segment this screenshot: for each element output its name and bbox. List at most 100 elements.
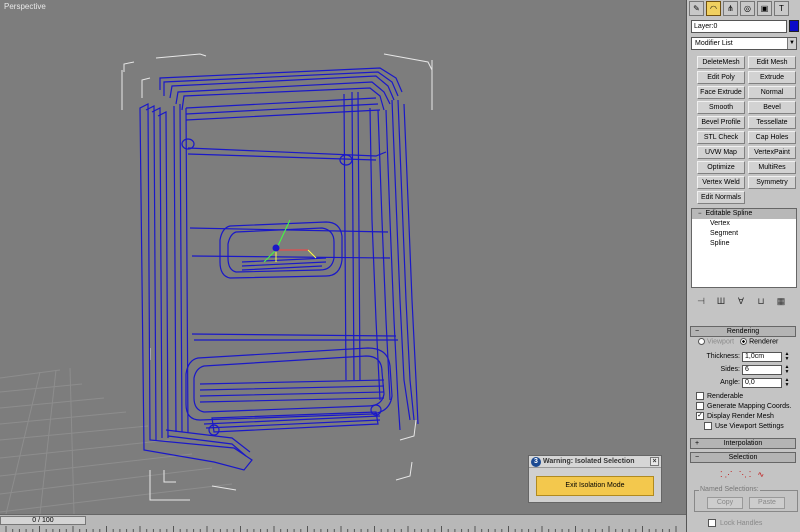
- remove-modifier-icon[interactable]: ⊔: [755, 295, 767, 307]
- hierarchy-tab[interactable]: ⋔: [723, 1, 738, 16]
- home-grid: [0, 367, 233, 514]
- named-selections-group: Named Selections: Copy Paste: [694, 486, 798, 512]
- exit-isolation-mode-button[interactable]: Exit Isolation Mode: [536, 476, 654, 496]
- modifier-button[interactable]: Edit Poly: [697, 71, 745, 84]
- pin-stack-icon[interactable]: ⊣: [695, 295, 707, 307]
- utilities-tab[interactable]: T: [774, 1, 789, 16]
- modifier-button[interactable]: Vertex Weld: [697, 176, 745, 189]
- stack-toolbar: ⊣ Ш ∀ ⊔ ▦: [695, 294, 795, 308]
- command-panel-tabs: ✎ ◠ ⋔ ◎ ▣ T: [689, 1, 799, 18]
- hierarchy-icon: ⋔: [727, 4, 734, 13]
- perspective-viewport[interactable]: Perspective: [0, 0, 686, 514]
- rendering-rollout-header[interactable]: − Rendering: [690, 326, 796, 337]
- display-render-mesh-row[interactable]: ✓ Display Render Mesh: [696, 411, 774, 421]
- modifier-button[interactable]: VertexPaint: [748, 146, 796, 159]
- mapping-coords-checkbox-row[interactable]: Generate Mapping Coords.: [696, 401, 791, 411]
- close-icon[interactable]: ×: [650, 457, 659, 466]
- object-name-row: Layer:0: [691, 20, 799, 33]
- interpolation-rollout-title: Interpolation: [723, 440, 763, 447]
- configure-sets-icon[interactable]: ▦: [775, 295, 787, 307]
- modifier-button[interactable]: STL Check: [697, 131, 745, 144]
- modifier-stack: Editable Spline Vertex Segment Spline: [691, 208, 797, 288]
- display-tab[interactable]: ▣: [757, 1, 772, 16]
- create-tab[interactable]: ✎: [689, 1, 704, 16]
- time-slider[interactable]: 0 / 100: [0, 516, 86, 525]
- renderer-radio[interactable]: Renderer: [740, 338, 778, 345]
- spinner-arrows-icon[interactable]: ▲ ▼: [784, 364, 790, 375]
- stack-item-spline[interactable]: Spline: [692, 239, 796, 249]
- subobject-level-icons[interactable]: ⁚⋰ ⋱⁚ ∿: [720, 470, 766, 479]
- use-viewport-settings-label: Use Viewport Settings: [715, 422, 784, 430]
- interpolation-rollout-header[interactable]: + Interpolation: [690, 438, 796, 449]
- dialog-title-bar[interactable]: 3 Warning: Isolated Selection ×: [529, 456, 661, 468]
- angle-label: Angle:: [720, 379, 740, 386]
- use-viewport-settings-checkbox[interactable]: [704, 422, 712, 430]
- timeline-ticks[interactable]: [0, 526, 686, 532]
- thickness-field[interactable]: 1,0cm: [742, 351, 782, 362]
- sides-field[interactable]: 6: [742, 364, 782, 375]
- sides-spinner-row: Sides: 6 ▲ ▼: [721, 364, 790, 375]
- dropdown-arrow-icon: ▼: [787, 38, 796, 49]
- utilities-icon: T: [779, 4, 784, 13]
- stack-item-vertex[interactable]: Vertex: [692, 219, 796, 229]
- motion-tab[interactable]: ◎: [740, 1, 755, 16]
- object-name-field[interactable]: Layer:0: [691, 20, 787, 33]
- thickness-label: Thickness:: [706, 353, 740, 360]
- modifier-button[interactable]: MultiRes: [748, 161, 796, 174]
- isolated-selection-dialog: 3 Warning: Isolated Selection × Exit Iso…: [528, 455, 662, 503]
- sides-label: Sides:: [720, 366, 740, 373]
- modifier-button[interactable]: Face Extrude: [697, 86, 745, 99]
- named-selections-label: Named Selections:: [699, 486, 760, 493]
- door-wireframe: [139, 67, 419, 471]
- modifier-button[interactable]: Cap Holes: [748, 131, 796, 144]
- modifier-button[interactable]: Edit Normals: [697, 191, 745, 204]
- modifier-button[interactable]: Smooth: [697, 101, 745, 114]
- stack-item-segment[interactable]: Segment: [692, 229, 796, 239]
- modifier-button[interactable]: DeleteMesh: [697, 56, 745, 69]
- rendering-rollout-title: Rendering: [726, 328, 760, 335]
- angle-field[interactable]: 0,0: [742, 377, 782, 388]
- modifier-button[interactable]: Edit Mesh: [748, 56, 796, 69]
- modifier-button[interactable]: Optimize: [697, 161, 745, 174]
- lock-handles-checkbox[interactable]: [708, 519, 716, 527]
- modify-icon: ◠: [710, 4, 717, 13]
- dialog-title: Warning: Isolated Selection: [543, 458, 635, 465]
- paste-button[interactable]: Paste: [749, 497, 785, 509]
- renderable-checkbox[interactable]: [696, 392, 704, 400]
- display-render-mesh-checkbox[interactable]: ✓: [696, 412, 704, 420]
- transform-gizmo[interactable]: [263, 219, 317, 263]
- make-unique-icon[interactable]: ∀: [735, 295, 747, 307]
- rendering-rollout-body: Viewport Renderer Thickness: 1,0cm ▲ ▼ Si…: [690, 338, 796, 434]
- modify-tab[interactable]: ◠: [706, 1, 721, 16]
- collapse-icon: −: [695, 328, 700, 335]
- use-viewport-settings-row[interactable]: Use Viewport Settings: [704, 421, 784, 431]
- modifier-button[interactable]: Bevel: [748, 101, 796, 114]
- stack-item-editable-spline[interactable]: Editable Spline: [692, 209, 796, 219]
- viewport-scene: [0, 53, 433, 514]
- modifier-button[interactable]: UVW Map: [697, 146, 745, 159]
- app-logo-icon: 3: [531, 457, 541, 467]
- modifier-button[interactable]: Bevel Profile: [697, 116, 745, 129]
- show-end-result-icon[interactable]: Ш: [715, 295, 727, 307]
- lock-handles-row[interactable]: Lock Handles: [708, 519, 762, 527]
- modifier-button[interactable]: Symmetry: [748, 176, 796, 189]
- spinner-arrows-icon[interactable]: ▲ ▼: [784, 351, 790, 362]
- copy-button[interactable]: Copy: [707, 497, 743, 509]
- create-icon: ✎: [693, 4, 700, 13]
- modifier-list-dropdown[interactable]: Modifier List ▼: [691, 37, 797, 50]
- selection-rollout-header[interactable]: − Selection: [690, 452, 796, 463]
- modifier-list-label: Modifier List: [695, 40, 733, 47]
- collapse-icon: −: [695, 454, 700, 461]
- object-color-swatch[interactable]: [789, 20, 799, 32]
- lock-handles-label: Lock Handles: [720, 519, 763, 527]
- spinner-arrows-icon[interactable]: ▲ ▼: [784, 377, 790, 388]
- renderable-checkbox-row[interactable]: Renderable: [696, 391, 743, 401]
- timeline: 0 / 100: [0, 514, 686, 532]
- modifier-button[interactable]: Tessellate: [748, 116, 796, 129]
- viewport-radio[interactable]: Viewport: [698, 338, 734, 345]
- radio-icon: [698, 338, 705, 345]
- thickness-spinner-row: Thickness: 1,0cm ▲ ▼: [707, 351, 790, 362]
- modifier-button[interactable]: Extrude: [748, 71, 796, 84]
- mapping-coords-checkbox[interactable]: [696, 402, 704, 410]
- modifier-button[interactable]: Normal: [748, 86, 796, 99]
